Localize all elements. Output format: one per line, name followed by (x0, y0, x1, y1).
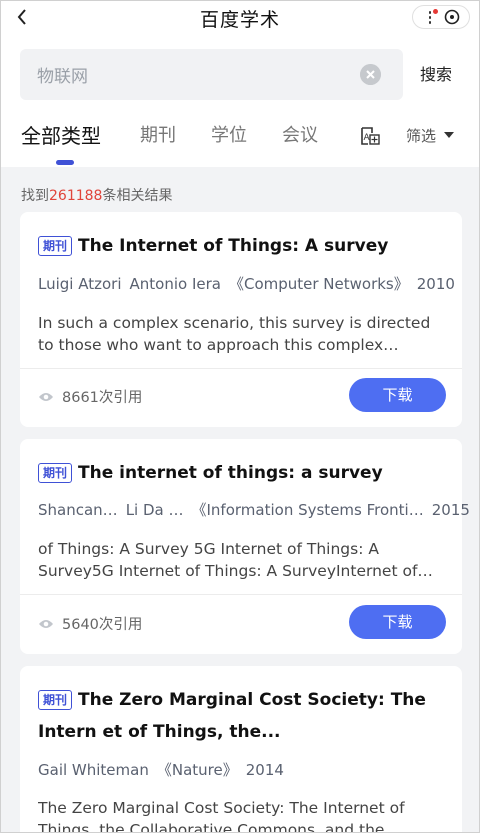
type-badge: 期刊 (38, 236, 73, 256)
type-tabs: 全部类型 期刊 学位 会议 A 筛选 (1, 115, 479, 167)
search-box[interactable] (20, 49, 403, 100)
top-bar: 百度学术 (1, 1, 479, 35)
search-button[interactable]: 搜索 (420, 61, 452, 85)
result-card[interactable]: 期刊 The internet of things: a survey Shanc… (20, 439, 470, 654)
result-count-number: 261188 (49, 188, 103, 204)
result-card[interactable]: 期刊 The Internet of Things: A survey Luigi… (20, 212, 462, 427)
result-card[interactable]: 期刊 The Zero Marginal Cost Society: The In… (20, 666, 462, 833)
card-divider (20, 594, 462, 595)
author[interactable]: Shancan… (38, 501, 118, 519)
publish-year: 2014 (245, 761, 284, 779)
paper-title-text: The internet of things: a survey (78, 463, 383, 483)
result-count-suffix: 条相关结果 (102, 188, 173, 204)
paper-title[interactable]: 期刊 The Zero Marginal Cost Society: The In… (38, 684, 450, 748)
citation-text: 8661次引用 (62, 390, 143, 406)
card-divider (20, 368, 462, 369)
paper-title-text: The Zero Marginal Cost Society: The Inte… (38, 690, 426, 742)
tab-degree[interactable]: 学位 (211, 121, 247, 147)
paper-meta: Gail Whiteman 《Nature》 2014 (38, 759, 292, 780)
type-badge: 期刊 (38, 463, 73, 483)
type-badge: 期刊 (38, 690, 73, 710)
search-area: 搜索 (1, 35, 479, 115)
author[interactable]: Luigi Atzori (38, 275, 122, 293)
download-button[interactable]: 下载 (349, 378, 446, 412)
paper-abstract: In such a complex scenario, this survey … (38, 314, 431, 354)
more-menu-icon[interactable] (423, 9, 438, 24)
app-frame: 百度学术 搜索 全部类型 期刊 学位 会议 (0, 0, 480, 833)
journal-name[interactable]: 《Computer Networks》 (229, 275, 409, 293)
download-button[interactable]: 下载 (349, 605, 446, 639)
author[interactable]: Gail Whiteman (38, 761, 149, 779)
author[interactable]: Antonio Iera (130, 275, 221, 293)
mini-program-capsule (412, 5, 470, 29)
publish-year: 2015 (431, 501, 470, 519)
journal-name[interactable]: 《Information Systems Fronti… (192, 501, 424, 519)
paper-abstract: The Zero Marginal Cost Society: The Inte… (38, 799, 405, 833)
tab-journal[interactable]: 期刊 (140, 121, 176, 147)
paper-title[interactable]: 期刊 The Internet of Things: A survey (38, 230, 450, 262)
author[interactable]: Li Da … (126, 501, 184, 519)
search-input[interactable] (37, 64, 337, 85)
back-arrow-icon[interactable] (13, 7, 33, 27)
paper-abstract: of Things: A Survey 5G Internet of Thing… (38, 540, 433, 580)
result-count-prefix: 找到 (21, 188, 49, 204)
filter-button[interactable]: 筛选 (406, 125, 436, 146)
caret-down-icon (444, 132, 454, 138)
paper-meta: Luigi Atzori Antonio Iera 《Computer Networ… (38, 273, 463, 294)
citation-count: 8661次引用 (38, 386, 142, 407)
notification-dot (432, 9, 438, 14)
eye-icon (39, 619, 53, 628)
clear-search-icon[interactable] (360, 64, 381, 85)
tab-all-types[interactable]: 全部类型 (21, 120, 101, 149)
paper-title[interactable]: 期刊 The internet of things: a survey (38, 457, 450, 489)
tab-conference[interactable]: 会议 (282, 121, 318, 147)
eye-icon (39, 392, 53, 401)
paper-meta: Shancan… Li Da … 《Information Systems Fron… (38, 499, 478, 520)
citation-text: 5640次引用 (62, 617, 143, 633)
app-title: 百度学术 (199, 8, 280, 31)
close-mini-program-icon[interactable] (444, 9, 460, 25)
translate-icon[interactable]: A (359, 125, 381, 147)
publish-year: 2010 (416, 275, 455, 293)
result-count: 找到261188条相关结果 (21, 185, 172, 205)
paper-title-text: The Internet of Things: A survey (78, 236, 389, 256)
citation-count: 5640次引用 (38, 613, 142, 634)
active-tab-indicator (56, 160, 74, 165)
journal-name[interactable]: 《Nature》 (157, 761, 238, 779)
